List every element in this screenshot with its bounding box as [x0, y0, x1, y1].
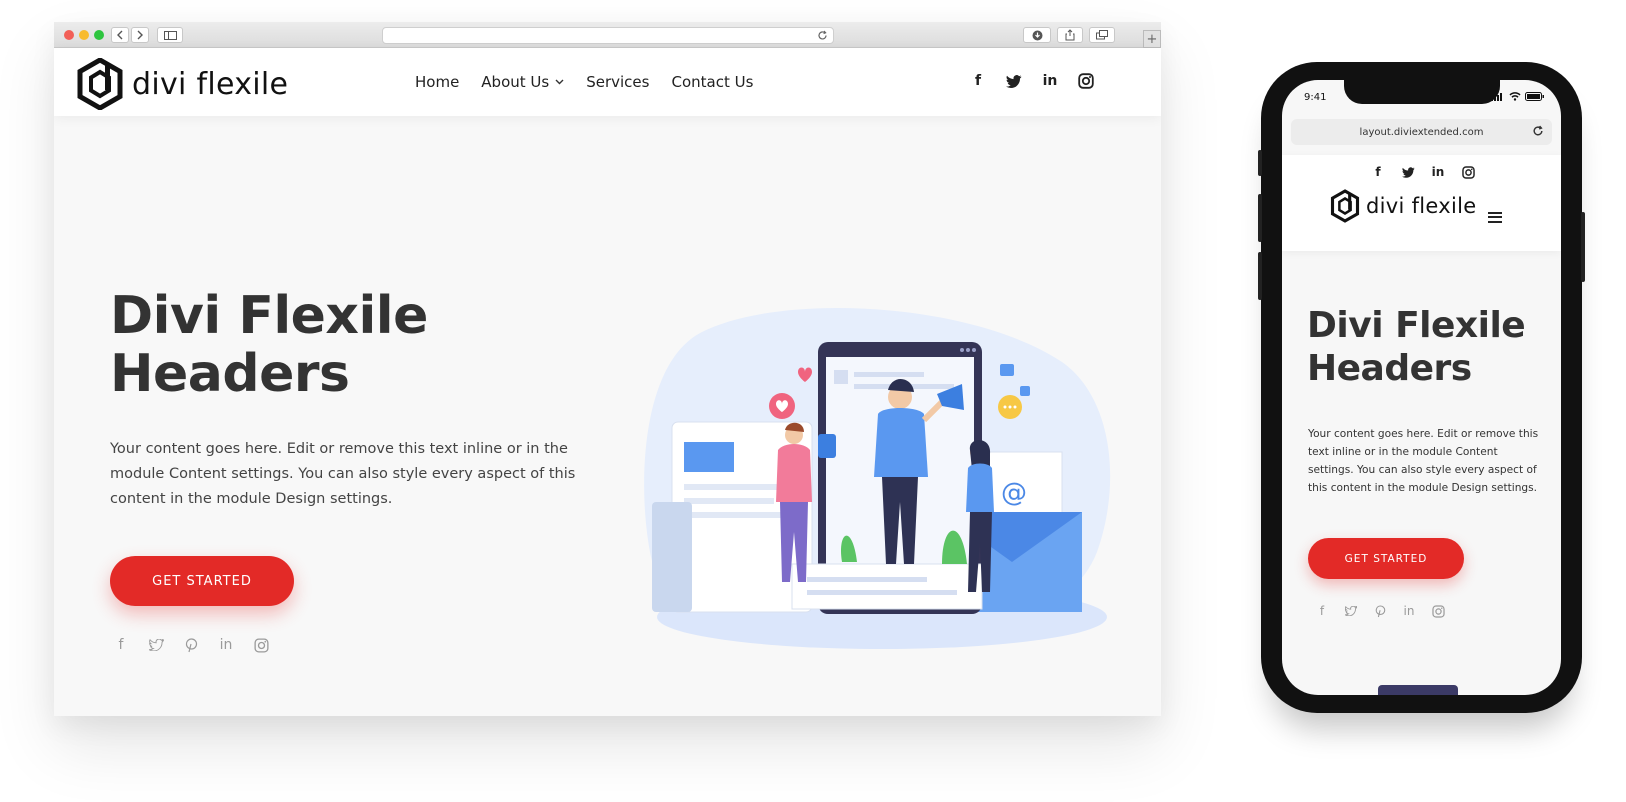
pinterest-icon[interactable] [1373, 604, 1387, 618]
pinterest-icon[interactable] [182, 636, 200, 654]
mobile-site-header: f in divi flexile [1282, 155, 1561, 251]
phone-side-button [1258, 194, 1262, 242]
address-bar[interactable] [382, 27, 834, 44]
sidebar-icon [163, 30, 177, 40]
instagram-icon[interactable] [1431, 604, 1445, 618]
phone-side-button [1258, 150, 1262, 176]
nav-item-home[interactable]: Home [415, 73, 459, 91]
hero-title-line: Headers [1307, 348, 1472, 389]
close-window-button[interactable] [64, 30, 74, 40]
mobile-site-logo[interactable]: divi flexile [1330, 189, 1477, 223]
linkedin-icon[interactable]: in [1431, 165, 1445, 179]
chevron-left-icon [117, 30, 123, 40]
status-icons [1491, 92, 1545, 101]
linkedin-icon[interactable]: in [217, 636, 235, 654]
logo-text: divi flexile [1366, 194, 1477, 218]
nav-label: Home [415, 73, 460, 91]
svg-text:@: @ [1001, 478, 1027, 508]
back-button[interactable] [111, 27, 129, 43]
mobile-phone-frame: 9:41 layout.diviextended.com f in divi f… [1258, 62, 1585, 713]
tabs-icon [1096, 30, 1108, 40]
twitter-icon[interactable] [147, 636, 165, 654]
battery-icon [1525, 92, 1544, 101]
nav-label: Services [586, 73, 650, 91]
nav-label: Contact Us [671, 73, 754, 91]
nav-item-contact-us[interactable]: Contact Us [671, 73, 753, 91]
site-header: divi flexile Home About Us Services Cont… [54, 48, 1161, 116]
illustration-peek [1378, 685, 1458, 695]
desktop-browser-window: + divi flexile Home About Us Services Co… [54, 22, 1161, 716]
hero-title-line: Headers [110, 344, 350, 404]
twitter-icon[interactable] [1005, 72, 1023, 90]
twitter-icon[interactable] [1344, 604, 1358, 618]
linkedin-icon[interactable]: in [1041, 72, 1059, 90]
minimize-window-button[interactable] [79, 30, 89, 40]
linkedin-icon[interactable]: in [1402, 604, 1416, 618]
instagram-icon[interactable] [252, 636, 270, 654]
instagram-icon[interactable] [1461, 165, 1475, 179]
nav-item-services[interactable]: Services [586, 73, 649, 91]
site-logo[interactable]: divi flexile [76, 58, 288, 110]
phone-side-button [1581, 212, 1585, 282]
logo-text: divi flexile [132, 66, 289, 102]
maximize-window-button[interactable] [94, 30, 104, 40]
new-tab-button[interactable]: + [1143, 30, 1161, 48]
facebook-icon[interactable]: f [1315, 604, 1329, 618]
mobile-address-bar[interactable]: layout.diviextended.com [1291, 119, 1552, 145]
signal-icon [1491, 92, 1502, 101]
chevron-right-icon [137, 30, 143, 40]
hero-text: Your content goes here. Edit or remove t… [110, 441, 576, 507]
status-time: 9:41 [1304, 92, 1327, 103]
nav-item-about-us[interactable]: About Us [481, 73, 564, 91]
download-icon [1032, 30, 1042, 40]
main-navigation: Home About Us Services Contact Us [415, 73, 753, 91]
header-social-links: f in [969, 72, 1095, 90]
reload-icon[interactable] [1532, 125, 1544, 137]
hero-social-links: f in [112, 636, 270, 654]
hero-illustration: @ [644, 308, 1111, 649]
hero-title-line: Divi Flexile [1307, 305, 1526, 346]
phone-side-button [1258, 252, 1262, 300]
mobile-get-started-button[interactable]: GET STARTED [1308, 538, 1464, 579]
mobile-hero-social-links: f in [1315, 604, 1445, 618]
reload-icon[interactable] [817, 30, 828, 41]
chevron-down-icon [555, 79, 564, 85]
wifi-icon [1509, 92, 1521, 101]
url-text: layout.diviextended.com [1359, 126, 1484, 138]
divi-logo-icon [1330, 189, 1360, 223]
mobile-header-social-links: f in [1371, 165, 1475, 179]
phone-notch [1344, 80, 1500, 104]
hero-title: Divi Flexile Headers [110, 287, 470, 403]
facebook-icon[interactable]: f [969, 72, 987, 90]
facebook-icon[interactable]: f [112, 636, 130, 654]
facebook-icon[interactable]: f [1371, 165, 1385, 179]
share-button[interactable] [1057, 27, 1083, 43]
instagram-icon[interactable] [1077, 72, 1095, 90]
download-button[interactable] [1023, 27, 1051, 43]
nav-label: About Us [481, 73, 550, 91]
twitter-icon[interactable] [1401, 165, 1415, 179]
tabs-button[interactable] [1089, 27, 1115, 43]
forward-button[interactable] [131, 27, 149, 43]
hero-title-line: Divi Flexile [110, 286, 428, 346]
browser-toolbar: + [54, 22, 1161, 48]
sidebar-toggle-button[interactable] [157, 27, 183, 43]
hamburger-menu-icon[interactable] [1488, 209, 1502, 225]
mobile-screen: 9:41 layout.diviextended.com f in divi f… [1282, 80, 1561, 695]
share-icon [1065, 29, 1075, 41]
divi-logo-icon [77, 58, 123, 110]
mobile-hero-text: Your content goes here. Edit or remove t… [1308, 428, 1539, 494]
get-started-button[interactable]: GET STARTED [110, 556, 294, 606]
mobile-hero-title: Divi Flexile Headers [1307, 304, 1526, 390]
